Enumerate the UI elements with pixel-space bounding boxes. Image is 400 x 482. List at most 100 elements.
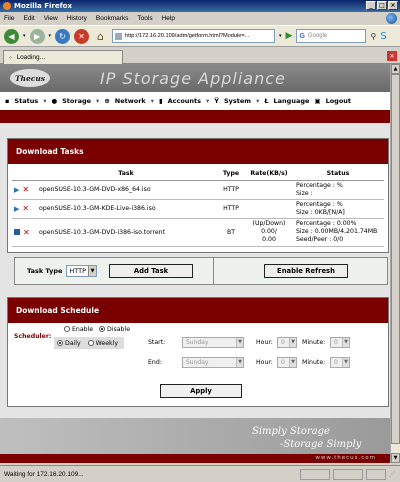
scheduler-toggle: Enable Disable — [64, 326, 130, 333]
start-hour-value: 0 — [281, 339, 285, 346]
language-icon: Ł — [264, 97, 269, 105]
home-button[interactable]: ⌂ — [93, 29, 108, 44]
back-dropdown-icon[interactable]: ▾ — [23, 33, 26, 39]
end-minute-value: 0 — [334, 359, 338, 366]
nav-storage[interactable]: Storage — [62, 97, 91, 105]
add-task-button[interactable]: Add Task — [109, 264, 194, 278]
status-percentage: Percentage : % — [296, 200, 343, 208]
download-tasks-panel: Download Tasks Task Type Rate(KB/s) Stat… — [7, 138, 389, 253]
column-controls — [12, 167, 36, 181]
google-icon[interactable]: G — [299, 33, 304, 40]
chevron-down-icon: ▼ — [289, 338, 296, 347]
enable-refresh-button[interactable]: Enable Refresh — [264, 264, 348, 278]
task-status: Percentage : % Size : — [292, 180, 384, 200]
nav-accounts[interactable]: Accounts — [168, 97, 201, 105]
end-hour-select[interactable]: 0 ▼ — [277, 357, 297, 368]
row-controls: ▶ ✕ — [12, 199, 36, 219]
menu-help[interactable]: Help — [162, 15, 175, 22]
appliance-header: Thecus IP Storage Appliance — [0, 64, 390, 92]
start-day-select[interactable]: Sunday ▼ — [182, 337, 244, 348]
skype-icon[interactable]: S — [380, 31, 386, 42]
nav-network[interactable]: Network — [115, 97, 146, 105]
footer-url: www.thecus.com — [0, 454, 390, 463]
delete-icon[interactable]: ✕ — [22, 204, 29, 213]
start-hour-select[interactable]: 0 ▼ — [277, 337, 297, 348]
reload-button[interactable]: ↻ — [55, 28, 71, 44]
nav-language[interactable]: Language — [274, 97, 310, 105]
delete-icon[interactable]: ✕ — [23, 228, 30, 237]
menu-bar: File Edit View History Bookmarks Tools H… — [0, 12, 400, 25]
forward-button[interactable]: ▶ — [29, 28, 45, 44]
menu-view[interactable]: View — [44, 15, 58, 22]
appliance-title: IP Storage Appliance — [100, 68, 286, 88]
start-minute-label: Minute: — [302, 339, 326, 346]
start-day-value: Sunday — [186, 339, 209, 346]
add-task-bar: Task Type HTTP ▼ Add Task Enable Refresh — [14, 257, 388, 285]
close-tab-button[interactable]: × — [387, 51, 397, 61]
task-type: HTTP — [216, 199, 246, 219]
menu-bookmarks[interactable]: Bookmarks — [96, 15, 129, 22]
scroll-down-icon[interactable]: ▼ — [391, 453, 400, 463]
forward-dropdown-icon[interactable]: ▾ — [49, 33, 52, 39]
chevron-down-icon: ▼ — [236, 358, 243, 367]
menu-file[interactable]: File — [4, 15, 14, 22]
schedule-body: Scheduler: Enable Disable Daily Weekly S… — [8, 323, 388, 393]
table-row: ▶ ✕ openSUSE-10.3-GM-DVD-x86_64.iso HTTP … — [12, 180, 384, 200]
scroll-thumb[interactable] — [391, 74, 400, 444]
task-type-select[interactable]: HTTP ▼ — [66, 265, 98, 277]
url-dropdown-icon[interactable]: ▾ — [279, 33, 282, 39]
loading-icon: ⁘ — [8, 54, 14, 62]
play-icon[interactable]: ▶ — [14, 205, 19, 213]
end-hour-value: 0 — [281, 359, 285, 366]
minimize-button[interactable]: _ — [366, 1, 376, 10]
apply-button[interactable]: Apply — [160, 384, 242, 398]
close-window-button[interactable]: × — [388, 1, 398, 10]
add-bar-divider — [213, 258, 214, 284]
window-controls: _ □ × — [366, 1, 398, 10]
status-percentage: Percentage : % — [296, 181, 343, 189]
disable-label: Disable — [107, 326, 130, 333]
status-size: Size : 0KB/[N/A] — [296, 208, 345, 216]
chevron-down-icon: ▼ — [236, 338, 243, 347]
enable-radio[interactable] — [64, 326, 70, 332]
window-title: Mozilla Firefox — [14, 2, 72, 10]
scroll-up-icon[interactable]: ▲ — [391, 64, 400, 74]
task-name: openSUSE-10.3-GM-DVD-i386-iso.torrent — [36, 218, 216, 247]
resize-grip-icon[interactable]: ⋰ — [389, 471, 398, 480]
stop-icon[interactable] — [14, 228, 20, 235]
maximize-button[interactable]: □ — [377, 1, 387, 10]
end-minute-select[interactable]: 0 ▼ — [330, 357, 350, 368]
menu-edit[interactable]: Edit — [23, 15, 34, 22]
menu-tools[interactable]: Tools — [137, 15, 152, 22]
page-scrollbar[interactable]: ▲ ▼ — [390, 64, 400, 463]
nav-system[interactable]: System — [224, 97, 251, 105]
product-nav: ▪ Status ▾ ● Storage ▾ ⊕ Network ▾ ▮ Accoun… — [0, 92, 390, 110]
status-text: Waiting for 172.16.20.109... — [4, 470, 84, 478]
search-icon[interactable]: ⚲ — [370, 32, 376, 41]
end-day-select[interactable]: Sunday ▼ — [182, 357, 244, 368]
menu-history[interactable]: History — [67, 15, 87, 22]
chevron-down-icon: ▾ — [206, 97, 210, 105]
nav-status[interactable]: Status — [14, 97, 38, 105]
nav-logout[interactable]: Logout — [326, 97, 351, 105]
storage-icon: ● — [51, 97, 58, 105]
search-input[interactable]: G Google — [296, 29, 367, 43]
tab-loading[interactable]: ⁘ Loading... — [3, 50, 123, 64]
daily-radio[interactable] — [57, 339, 63, 346]
delete-icon[interactable]: ✕ — [22, 185, 29, 194]
table-row: ▶ ✕ openSUSE-10.3-GM-KDE-Live-i386.iso HT… — [12, 199, 384, 219]
weekly-radio[interactable] — [87, 339, 94, 346]
task-name: openSUSE-10.3-GM-DVD-x86_64.iso — [36, 180, 216, 200]
url-bar[interactable]: http://172.16.20.109/adm/getform.html?Mo… — [112, 29, 276, 43]
slogan-line-1: Simply Storage — [252, 426, 330, 437]
status-cell — [333, 469, 363, 480]
task-name: openSUSE-10.3-GM-KDE-Live-i386.iso — [36, 199, 216, 219]
column-status: Status — [292, 167, 384, 181]
disable-radio[interactable] — [99, 326, 106, 332]
start-label: Start: — [148, 339, 166, 346]
play-icon[interactable]: ▶ — [14, 186, 19, 194]
go-icon[interactable]: ▶ — [286, 31, 293, 41]
back-button[interactable]: ◀ — [4, 28, 19, 44]
start-minute-select[interactable]: 0 ▼ — [330, 337, 350, 348]
stop-button[interactable]: ✕ — [74, 28, 90, 44]
